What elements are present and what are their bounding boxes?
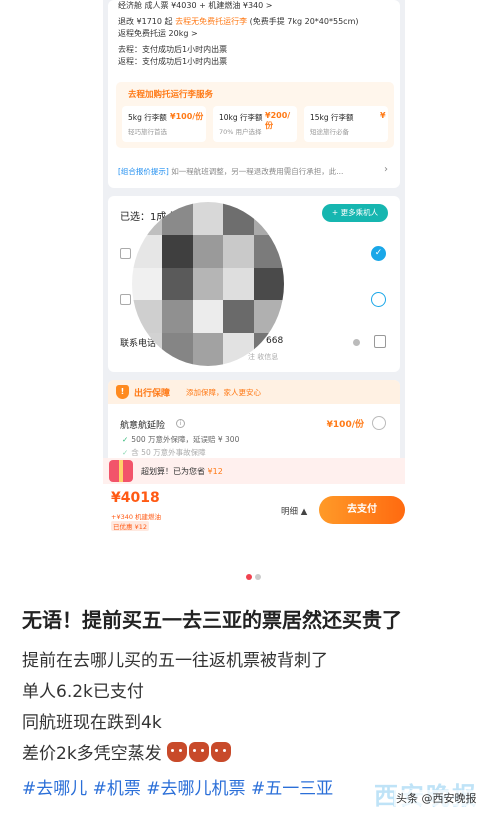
- baggage-option-price: ¥: [380, 111, 386, 120]
- price-detail-toggle[interactable]: 明细 ▲: [281, 505, 307, 517]
- baggage-option-note: 短途旅行必备: [310, 128, 349, 136]
- mosaic-tile: [162, 234, 193, 268]
- savings-banner: 超划算！已为您省 ¥12: [103, 458, 405, 484]
- combo-tip-text: 如一程航班调整，另一程退改费用需自行承担，此...: [168, 167, 344, 176]
- insurance-price: ¥100/份: [326, 420, 364, 430]
- baggage-option-name: 10kg 行李额: [219, 113, 263, 122]
- watermark: 西安晚报 头条 @西安晚报: [372, 776, 488, 812]
- shield-icon: !: [116, 385, 129, 399]
- privacy-mosaic: [132, 202, 284, 366]
- post-title: 无语！提前买五一去三亚的票居然还买贵了: [22, 608, 402, 632]
- return-issue-time: 返程：支付成功后1小时内出票: [118, 57, 228, 66]
- mosaic-tile: [192, 234, 224, 268]
- clear-icon[interactable]: [353, 339, 360, 346]
- insurance-item-name: 航意航延险: [120, 421, 166, 431]
- ticket-card: 经济舱 成人票 ¥4030 + 机建燃油 ¥340 > 退改 ¥1710 起 去…: [108, 0, 400, 188]
- post-line: 同航班现在跌到4k: [22, 713, 162, 733]
- fare-summary[interactable]: 经济舱 成人票 ¥4030 + 机建燃油 ¥340 >: [118, 0, 272, 12]
- gift-icon: [109, 460, 133, 482]
- chevron-right-icon[interactable]: ›: [384, 164, 388, 175]
- discount-badge: 已优惠 ¥12: [111, 521, 149, 531]
- fuel-surcharge: +¥340 机建燃油: [111, 513, 162, 521]
- edit-icon[interactable]: [120, 248, 131, 259]
- angry-emoji-icon: [189, 742, 210, 762]
- savings-text: 超划算！已为您省 ¥12: [141, 466, 223, 477]
- mosaic-tile: [192, 267, 224, 301]
- checkout-bar: ¥4018 +¥340 机建燃油 已优惠 ¥12 明细 ▲ 去支付: [103, 484, 405, 548]
- add-passenger-button[interactable]: + 更多乘机人: [322, 204, 388, 222]
- savings-amount: ¥12: [207, 467, 223, 476]
- change-policy[interactable]: 退改 ¥1710 起 去程无免费托运行李 (免费手提 7kg 20*40*55c…: [118, 16, 358, 28]
- hashtags[interactable]: #去哪儿 #机票 #去哪儿机票 #五一三亚: [22, 774, 333, 799]
- contact-book-icon[interactable]: [374, 335, 386, 348]
- insurance-header: ! 出行保障 添加保障，家人更安心: [108, 380, 400, 404]
- baggage-title: 去程加购托运行李服务: [128, 90, 214, 100]
- insurance-bullet: ✓ 500 万意外保障，延误赔 ¥ 300: [122, 434, 239, 445]
- baggage-option-name: 15kg 行李额: [310, 113, 354, 122]
- no-baggage-text: 去程无免费托运行李: [175, 17, 248, 26]
- combo-price-tip[interactable]: [组合报价提示] 如一程航班调整，另一程退改费用需自行承担，此...: [118, 166, 343, 177]
- insurance-subtitle: 添加保障，家人更安心: [186, 388, 261, 397]
- watermark-handle: 头条 @西安晚报: [394, 790, 479, 806]
- change-fee-text: 退改 ¥1710 起: [118, 17, 176, 26]
- contact-phone[interactable]: 668: [266, 336, 283, 346]
- pager-dot-active[interactable]: [246, 574, 252, 580]
- pager-dot[interactable]: [255, 574, 261, 580]
- mosaic-tile: [192, 202, 224, 235]
- check-empty-icon[interactable]: [371, 292, 386, 307]
- order-screenshot: 经济舱 成人票 ¥4030 + 机建燃油 ¥340 > 退改 ¥1710 起 去…: [103, 0, 405, 548]
- baggage-option-price: ¥200/份: [265, 111, 291, 130]
- mosaic-tile: [223, 267, 254, 301]
- carry-on-text: (免费手提 7kg 20*40*55cm): [247, 17, 359, 26]
- contact-note: 注 收信息: [248, 353, 279, 361]
- mosaic-tile: [162, 267, 193, 301]
- image-pager[interactable]: [246, 565, 264, 584]
- mosaic-tile: [223, 300, 254, 334]
- post-line: 单人6.2k已支付: [22, 682, 144, 702]
- check-icon: ✓: [122, 448, 129, 457]
- insurance-bullet-text: 500 万意外保障，延误赔 ¥ 300: [131, 435, 240, 444]
- outbound-issue-time: 去程：支付成功后1小时内出票: [118, 45, 228, 54]
- mosaic-tile: [132, 267, 163, 301]
- baggage-addon-panel: 去程加购托运行李服务 5kg 行李额 ¥100/份 轻巧旅行首选 10kg 行李…: [116, 82, 394, 148]
- mosaic-tile: [253, 267, 284, 301]
- baggage-option-15kg[interactable]: 15kg 行李额 ¥ 短途旅行必备: [304, 106, 388, 142]
- baggage-option-note: 70% 用户选择: [219, 128, 262, 136]
- post-line: 提前在去哪儿买的五一往返机票被背刺了: [22, 651, 328, 671]
- savings-label: 超划算！已为您省: [141, 467, 208, 476]
- baggage-option-note: 轻巧旅行首选: [128, 128, 167, 136]
- pay-button[interactable]: 去支付: [319, 496, 405, 524]
- page: 经济舱 成人票 ¥4030 + 机建燃油 ¥340 > 退改 ¥1710 起 去…: [0, 0, 496, 815]
- baggage-option-name: 5kg 行李额: [128, 113, 167, 122]
- insurance-title: 出行保障: [134, 389, 171, 399]
- angry-emoji-icon: [211, 742, 232, 762]
- baggage-option-10kg[interactable]: 10kg 行李额 ¥200/份 70% 用户选择: [213, 106, 297, 142]
- check-selected-icon[interactable]: ✓: [371, 246, 386, 261]
- info-icon[interactable]: i: [176, 419, 185, 428]
- insurance-bullet-text: 含 50 万意外事故保障: [131, 448, 206, 457]
- insurance-bullet: ✓ 含 50 万意外事故保障: [122, 447, 206, 458]
- baggage-option-5kg[interactable]: 5kg 行李额 ¥100/份 轻巧旅行首选: [122, 106, 206, 142]
- edit-icon[interactable]: [120, 294, 131, 305]
- check-icon: ✓: [122, 435, 129, 444]
- mosaic-tile: [192, 300, 224, 334]
- return-baggage[interactable]: 返程免费托运 20kg >: [118, 28, 198, 40]
- post-line-with-emoji: 差价2k多凭空蒸发: [22, 739, 233, 764]
- insurance-radio[interactable]: [372, 416, 386, 430]
- combo-tip-tag: [组合报价提示]: [118, 167, 169, 176]
- angry-emoji-icon: [167, 742, 188, 762]
- total-price: ¥4018: [111, 490, 160, 506]
- baggage-option-price: ¥100/份: [170, 112, 204, 121]
- mosaic-tile: [223, 234, 254, 268]
- mosaic-tile: [162, 300, 193, 334]
- post-line-text: 差价2k多凭空蒸发: [22, 744, 162, 764]
- mosaic-tile: [192, 333, 224, 366]
